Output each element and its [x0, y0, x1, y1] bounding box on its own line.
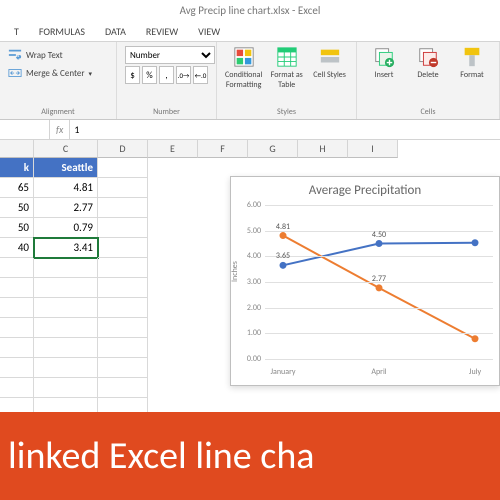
- ribbon: Wrap Text Merge & Center ▾ Alignment Num…: [0, 42, 500, 120]
- conditional-formatting-icon: [233, 46, 255, 68]
- comma-button[interactable]: ,: [159, 66, 174, 84]
- col-header-c[interactable]: C: [34, 140, 98, 158]
- empty-cell[interactable]: [98, 238, 148, 258]
- tab-view[interactable]: VIEW: [190, 22, 228, 41]
- cell[interactable]: 2.77: [34, 198, 98, 218]
- empty-cell[interactable]: [34, 378, 98, 398]
- currency-button[interactable]: $: [125, 66, 140, 84]
- cell[interactable]: 50: [0, 218, 34, 238]
- wrap-text-button[interactable]: Wrap Text: [8, 46, 108, 64]
- table-header-row: k Seattle: [0, 158, 500, 178]
- decrease-decimal-button[interactable]: ←.0: [193, 66, 208, 84]
- tab-data[interactable]: DATA: [97, 22, 134, 41]
- cell-styles-button[interactable]: Cell Styles: [311, 46, 348, 80]
- empty-cell[interactable]: [98, 318, 148, 338]
- empty-cell[interactable]: [0, 358, 34, 378]
- empty-cell[interactable]: [34, 358, 98, 378]
- embedded-chart[interactable]: Average Precipitation Inches 0.001.002.0…: [230, 176, 500, 386]
- cell[interactable]: 40: [0, 238, 34, 258]
- empty-cell[interactable]: [98, 278, 148, 298]
- empty-cell[interactable]: [98, 178, 148, 198]
- caption-banner: linked Excel line cha: [0, 412, 500, 500]
- empty-cell[interactable]: [98, 338, 148, 358]
- chart-plot-area: Inches 0.001.002.003.004.005.006.00Janua…: [265, 205, 493, 359]
- col-header-i[interactable]: I: [348, 140, 398, 158]
- empty-cell[interactable]: [34, 338, 98, 358]
- ribbon-tabs: T FORMULAS DATA REVIEW VIEW: [0, 22, 500, 42]
- empty-cell[interactable]: [34, 318, 98, 338]
- column-headers: C D E F G H I: [0, 140, 500, 158]
- col-header-h[interactable]: H: [298, 140, 348, 158]
- empty-cell[interactable]: [98, 298, 148, 318]
- merge-icon: [8, 66, 22, 80]
- col-header-f[interactable]: F: [198, 140, 248, 158]
- empty-cell[interactable]: [0, 378, 34, 398]
- tab-review[interactable]: REVIEW: [138, 22, 186, 41]
- col-header-partial[interactable]: [0, 140, 34, 158]
- tab-t[interactable]: T: [6, 22, 27, 41]
- empty-cell[interactable]: [34, 298, 98, 318]
- header-c[interactable]: Seattle: [34, 158, 98, 178]
- window-title: Avg Precip line chart.xlsx - Excel: [0, 0, 500, 22]
- empty-cell[interactable]: [98, 158, 148, 178]
- empty-cell[interactable]: [98, 198, 148, 218]
- group-label-styles: Styles: [225, 107, 348, 117]
- group-alignment: Wrap Text Merge & Center ▾ Alignment: [0, 42, 117, 119]
- group-label-alignment: Alignment: [8, 107, 108, 117]
- empty-cell[interactable]: [98, 358, 148, 378]
- chart-title: Average Precipitation: [231, 177, 499, 200]
- empty-cell[interactable]: [0, 298, 34, 318]
- format-button[interactable]: Format: [453, 46, 491, 80]
- table-icon: [276, 46, 298, 68]
- empty-cell[interactable]: [98, 218, 148, 238]
- empty-cell[interactable]: [34, 278, 98, 298]
- formula-input[interactable]: [70, 120, 500, 139]
- empty-cell[interactable]: [0, 338, 34, 358]
- group-styles: Conditional Formatting Format as Table C…: [217, 42, 357, 119]
- number-format-select[interactable]: Number: [125, 46, 215, 64]
- col-header-g[interactable]: G: [248, 140, 298, 158]
- empty-cell[interactable]: [0, 258, 34, 278]
- group-label-number: Number: [125, 107, 208, 117]
- empty-cell[interactable]: [98, 378, 148, 398]
- empty-cell[interactable]: [0, 278, 34, 298]
- cell[interactable]: 4.81: [34, 178, 98, 198]
- increase-decimal-button[interactable]: .0→: [176, 66, 191, 84]
- col-header-e[interactable]: E: [148, 140, 198, 158]
- tab-formulas[interactable]: FORMULAS: [31, 22, 93, 41]
- group-label-cells: Cells: [365, 107, 491, 117]
- merge-center-button[interactable]: Merge & Center ▾: [8, 64, 108, 82]
- cell[interactable]: 0.79: [34, 218, 98, 238]
- insert-button[interactable]: Insert: [365, 46, 403, 80]
- header-b-partial[interactable]: k: [0, 158, 34, 178]
- conditional-formatting-button[interactable]: Conditional Formatting: [225, 46, 262, 90]
- cell[interactable]: 50: [0, 198, 34, 218]
- cell[interactable]: 65: [0, 178, 34, 198]
- group-cells: Insert Delete Format Cells: [357, 42, 500, 119]
- active-cell[interactable]: 3.41: [34, 238, 98, 258]
- percent-button[interactable]: %: [142, 66, 157, 84]
- format-icon: [461, 46, 483, 68]
- empty-cell[interactable]: [98, 258, 148, 278]
- delete-button[interactable]: Delete: [409, 46, 447, 80]
- delete-icon: [417, 46, 439, 68]
- wrap-text-icon: [8, 48, 22, 62]
- formula-bar: fx: [0, 120, 500, 140]
- cell-styles-icon: [319, 46, 341, 68]
- chevron-down-icon: ▾: [89, 69, 93, 78]
- name-box[interactable]: [0, 120, 50, 139]
- insert-icon: [373, 46, 395, 68]
- format-as-table-button[interactable]: Format as Table: [268, 46, 305, 90]
- col-header-d[interactable]: D: [98, 140, 148, 158]
- empty-cell[interactable]: [34, 258, 98, 278]
- fx-icon[interactable]: fx: [50, 120, 70, 139]
- empty-cell[interactable]: [0, 318, 34, 338]
- group-number: Number $ % , .0→ ←.0 Number: [117, 42, 217, 119]
